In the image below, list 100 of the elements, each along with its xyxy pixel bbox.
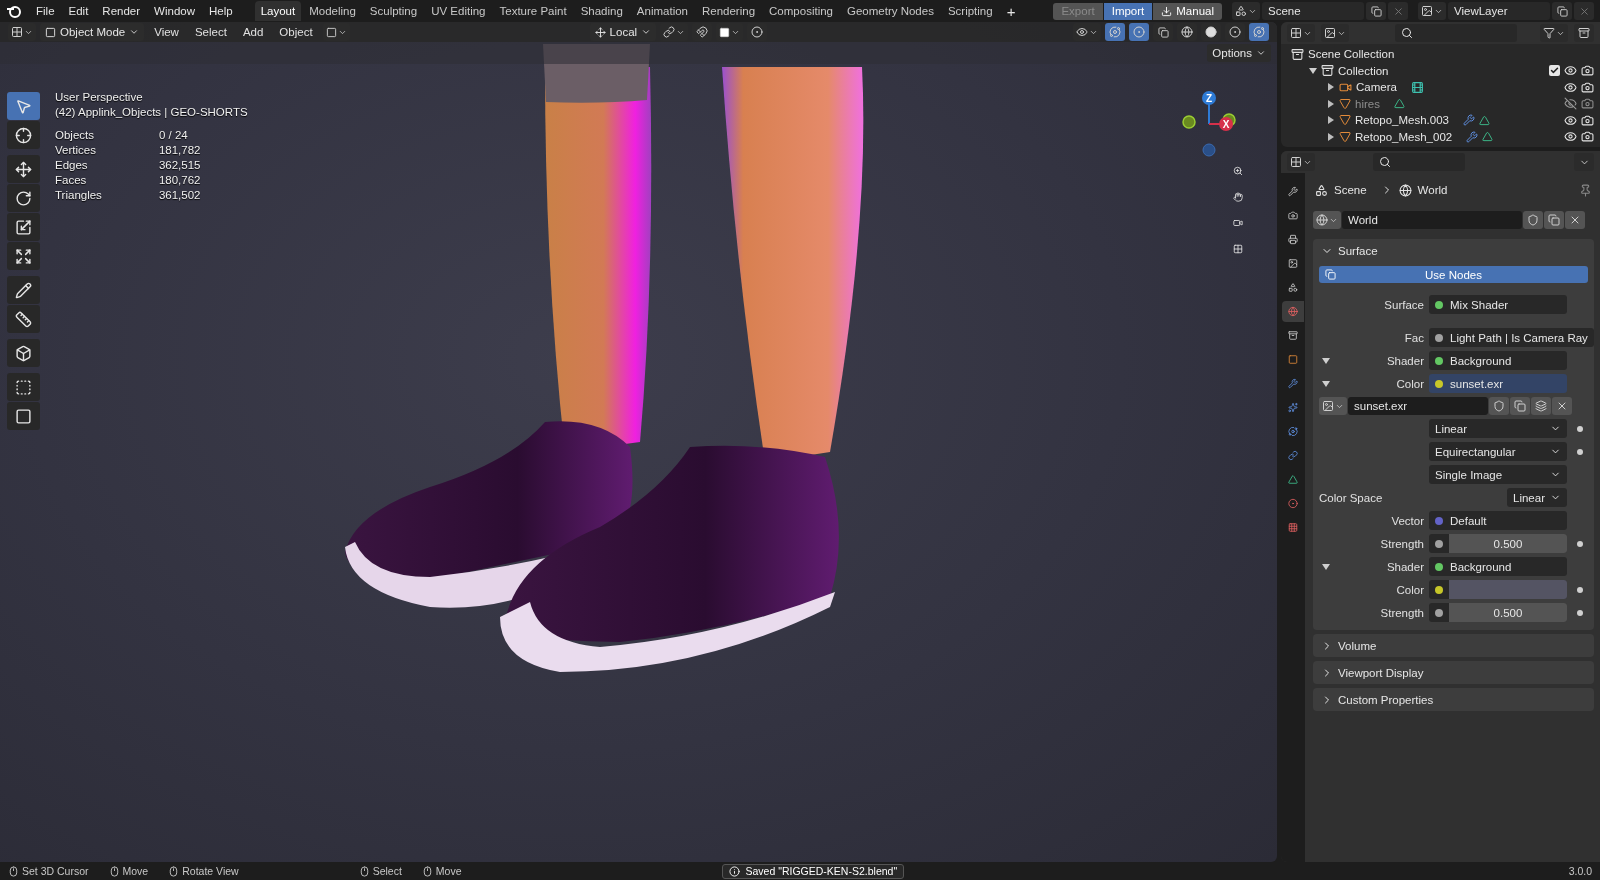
eye-closed-icon[interactable]	[1564, 97, 1577, 111]
dropdown[interactable]: Single Image	[1429, 465, 1567, 484]
view-layer-browse-button[interactable]	[1418, 2, 1446, 20]
dropdown[interactable]: Linear	[1429, 419, 1567, 438]
number-field[interactable]: 0.500	[1449, 534, 1567, 553]
copy-button[interactable]	[1544, 211, 1564, 229]
world-name-field[interactable]: World	[1342, 211, 1522, 229]
menu-item[interactable]: File	[30, 2, 61, 20]
workspace-tab[interactable]: Geometry Nodes	[841, 1, 940, 21]
outliner-item-label[interactable]: Collection	[1338, 64, 1389, 77]
camera-icon[interactable]	[1581, 130, 1594, 144]
camera-icon[interactable]	[1581, 64, 1594, 78]
menu-item[interactable]: Edit	[62, 2, 95, 20]
outliner-item-label[interactable]: hires	[1355, 97, 1380, 110]
eye-icon[interactable]	[1564, 64, 1577, 78]
socket-field[interactable]: Background	[1429, 557, 1567, 576]
menu-item[interactable]: Help	[203, 2, 239, 20]
tool-button[interactable]	[7, 155, 40, 183]
socket-field[interactable]: sunset.exr	[1429, 374, 1567, 393]
search-field[interactable]	[1373, 153, 1465, 171]
checkbox[interactable]	[1549, 65, 1560, 77]
number-field[interactable]: 0.500	[1449, 603, 1567, 622]
header-menu-item[interactable]: Object	[273, 24, 319, 40]
dropdown[interactable]: Equirectangular	[1429, 442, 1567, 461]
socket-field[interactable]: Default	[1429, 511, 1567, 530]
pin-icon[interactable]	[1579, 183, 1592, 197]
eye-icon[interactable]	[1564, 113, 1577, 127]
close-button[interactable]	[1552, 397, 1572, 415]
editor-type-button[interactable]	[1287, 24, 1315, 42]
workspace-tab[interactable]: UV Editing	[425, 1, 492, 21]
tool-button[interactable]	[7, 242, 40, 270]
workspace-tab[interactable]: Shading	[574, 1, 629, 21]
disclosure-triangle-icon[interactable]	[1309, 66, 1317, 75]
world-browse-button[interactable]	[1313, 211, 1341, 229]
scene-browse-button[interactable]	[1232, 2, 1260, 20]
eye-icon[interactable]	[1564, 80, 1577, 94]
tool-button[interactable]	[7, 184, 40, 212]
menu-item[interactable]: Window	[148, 2, 201, 20]
axis-gizmo-drawing[interactable]: Z X	[1181, 88, 1241, 160]
copy-button[interactable]	[1510, 397, 1530, 415]
workspace-tab[interactable]: Sculpting	[363, 1, 424, 21]
options-dropdown[interactable]: Options	[1207, 44, 1271, 62]
toolbar-button[interactable]: Manual	[1153, 2, 1222, 20]
menu-item[interactable]: Render	[96, 2, 147, 20]
add-workspace-button[interactable]: +	[1000, 0, 1022, 23]
filter-button[interactable]	[1540, 24, 1568, 42]
close-button[interactable]	[1565, 211, 1585, 229]
eye-icon[interactable]	[1564, 130, 1577, 144]
use-nodes-button[interactable]: Use Nodes	[1319, 266, 1588, 283]
outliner-item-label[interactable]: Scene Collection	[1308, 48, 1395, 61]
workspace-tab[interactable]: Modeling	[303, 1, 362, 21]
tool-button[interactable]	[7, 373, 40, 401]
rendered-shading-button[interactable]	[1249, 23, 1269, 41]
editor-type-button[interactable]	[1287, 153, 1315, 171]
disclosure-triangle-icon[interactable]	[1322, 562, 1330, 571]
header-menu-item[interactable]: View	[148, 24, 185, 40]
panel-header[interactable]: Surface	[1319, 239, 1588, 262]
workspace-tab[interactable]: Compositing	[763, 1, 839, 21]
workspace-tab[interactable]: Animation	[630, 1, 694, 21]
tool-button[interactable]	[7, 305, 40, 333]
camera-icon[interactable]	[1581, 113, 1594, 127]
toolbar-button[interactable]: Import	[1103, 2, 1153, 20]
mode-dropdown[interactable]: Object Mode	[40, 23, 145, 41]
outliner-item-label[interactable]: Retopo_Mesh.003	[1355, 114, 1449, 127]
socket-field[interactable]: Background	[1429, 351, 1567, 370]
tool-button[interactable]	[7, 213, 40, 241]
new-collection-button[interactable]	[1574, 24, 1594, 42]
breadcrumb-item[interactable]: World	[1417, 184, 1448, 196]
app-logo-icon[interactable]	[6, 4, 22, 18]
socket-field[interactable]: Light Path | Is Camera Ray	[1429, 328, 1594, 347]
disclosure-triangle-icon[interactable]	[1322, 356, 1330, 365]
color-swatch[interactable]	[1449, 580, 1567, 599]
close-button[interactable]	[1388, 2, 1408, 20]
image-name-field[interactable]: sunset.exr	[1348, 397, 1488, 415]
dropdown[interactable]: Linear	[1507, 488, 1567, 507]
image-browse-button[interactable]	[1319, 397, 1347, 415]
header-menu-item[interactable]: Select	[188, 24, 233, 40]
outliner-item-label[interactable]: Camera	[1356, 81, 1397, 94]
workspace-tab[interactable]: Layout	[254, 1, 302, 21]
display-mode-button[interactable]	[1321, 24, 1349, 42]
overlay-toggle-button[interactable]	[1129, 23, 1149, 41]
header-menu-item[interactable]: Add	[236, 24, 270, 40]
shield-button[interactable]	[1523, 211, 1543, 229]
scene-name-field[interactable]: Scene	[1262, 2, 1364, 20]
layers-button[interactable]	[1531, 397, 1551, 415]
search-field[interactable]	[1395, 24, 1517, 42]
tool-button[interactable]	[7, 402, 40, 430]
tool-button[interactable]	[7, 276, 40, 304]
copy-button[interactable]	[1552, 2, 1572, 20]
copy-button[interactable]	[1366, 2, 1386, 20]
socket-field[interactable]: Mix Shader	[1429, 295, 1567, 314]
disclosure-triangle-icon[interactable]	[1322, 379, 1330, 388]
workspace-tab[interactable]: Texture Paint	[493, 1, 573, 21]
breadcrumb-item[interactable]: Scene	[1334, 184, 1367, 196]
tool-button[interactable]	[7, 339, 40, 367]
shield-button[interactable]	[1489, 397, 1509, 415]
gizmo-toggle-button[interactable]	[1105, 23, 1125, 41]
workspace-tab[interactable]: Scripting	[941, 1, 999, 21]
camera-icon[interactable]	[1581, 80, 1594, 94]
workspace-tab[interactable]: Rendering	[696, 1, 762, 21]
